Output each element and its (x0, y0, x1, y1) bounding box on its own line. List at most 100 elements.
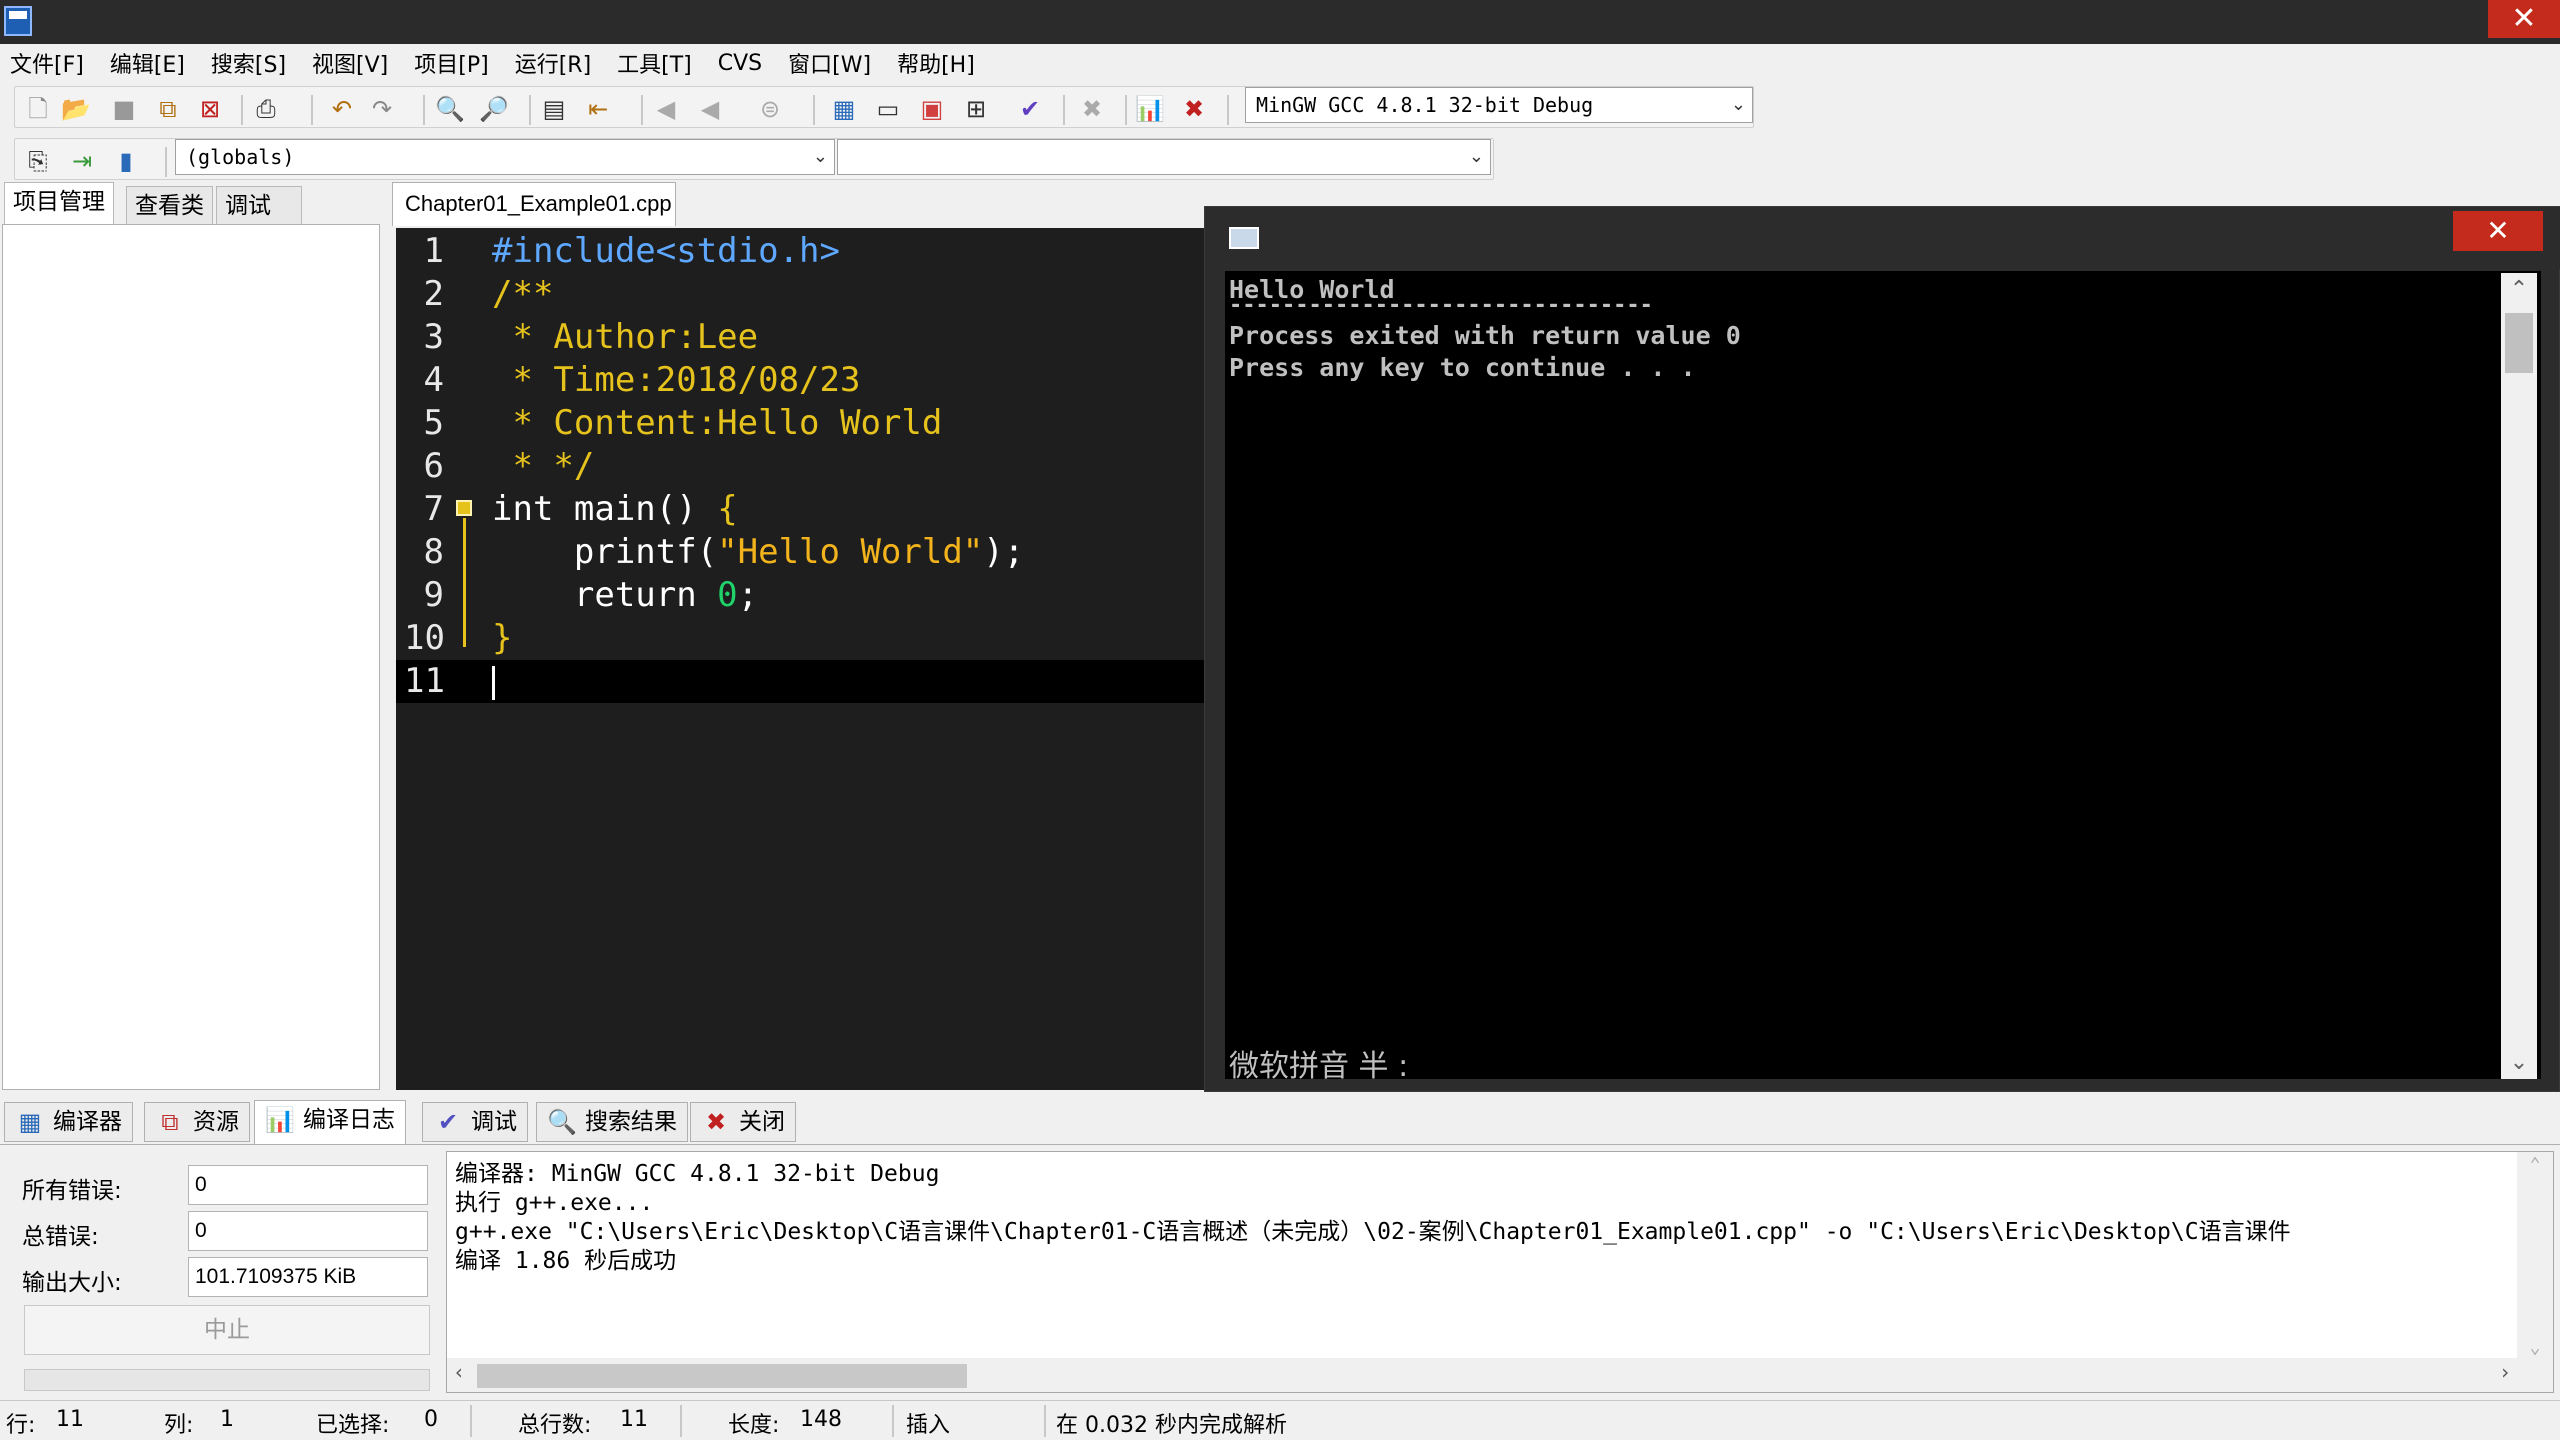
compiler-select[interactable]: MinGW GCC 4.8.1 32-bit Debug ⌄ (1245, 87, 1753, 123)
compile-log-output[interactable]: ⌃ ⌄ ‹ › 编译器: MinGW GCC 4.8.1 32-bit Debu… (446, 1151, 2554, 1393)
code-line[interactable]: 9 return 0; (396, 574, 1206, 617)
save-icon[interactable]: ■ (109, 95, 139, 123)
code-text: } (492, 617, 512, 660)
console-scrollbar[interactable]: ⌃ ⌄ (2501, 273, 2537, 1079)
log-horizontal-scrollbar[interactable]: ‹ › (447, 1358, 2517, 1392)
code-line[interactable]: 6 * */ (396, 445, 1206, 488)
new-project-icon[interactable]: ▦ (829, 95, 859, 123)
undo-icon[interactable]: ↶ (327, 95, 357, 123)
abort-button[interactable]: 中止 (24, 1305, 430, 1355)
code-line[interactable]: 8 printf("Hello World"); (396, 531, 1206, 574)
tab-compiler[interactable]: ▦ 编译器 (4, 1102, 133, 1142)
errors-field[interactable]: 0 (188, 1165, 428, 1205)
code-line[interactable]: 2 /** (396, 273, 1206, 316)
code-line[interactable]: 3 * Author:Lee (396, 316, 1206, 359)
stop-icon[interactable]: ✖ (1077, 95, 1107, 123)
total-errors-field[interactable]: 0 (188, 1211, 428, 1251)
code-token: * Author:Lee (492, 317, 759, 357)
menu-item[interactable]: 工具[T] (617, 47, 692, 79)
scroll-thumb[interactable] (477, 1364, 967, 1388)
fold-toggle-icon[interactable] (456, 500, 472, 516)
menu-item[interactable]: 运行[R] (515, 47, 591, 79)
tab-debug[interactable]: ✔ 调试 (422, 1102, 528, 1142)
find-icon[interactable]: 🔍 (435, 95, 465, 123)
title-bar: ✕ (0, 0, 2560, 44)
bookmark-icon[interactable]: ⊜ (755, 95, 785, 123)
menu-item[interactable]: 编辑[E] (110, 47, 185, 79)
redo-icon[interactable]: ↷ (367, 95, 397, 123)
tab-class-view[interactable]: 查看类 (126, 186, 213, 226)
code-editor[interactable]: 1 #include<stdio.h> 2/** 3 * Author:Lee 4 * … (396, 228, 1206, 1090)
compiler-select-value: MinGW GCC 4.8.1 32-bit Debug (1256, 93, 1594, 117)
delete-profile-icon[interactable]: ✖ (1179, 95, 1209, 123)
scroll-right-icon[interactable]: › (2499, 1360, 2511, 1384)
unindent-icon[interactable]: ⇤ (583, 95, 613, 123)
scroll-up-icon[interactable]: ⌃ (2501, 277, 2537, 302)
toolbar-group: 🗋 📂 ■ ⧉ ⊠ ⎙ ↶ ↷ 🔍 🔎 ▤ ⇤ ◀ ◀ ⊜ ▦ ▭ ▣ ⊞ ✔ … (14, 86, 1754, 128)
code-token: return (492, 575, 718, 615)
code-line[interactable]: 1 #include<stdio.h> (396, 230, 1206, 273)
code-line[interactable]: 5 * Content:Hello World (396, 402, 1206, 445)
code-line[interactable]: 11 (396, 660, 1206, 703)
toggle-icon[interactable]: ⇥ (67, 147, 97, 175)
goto-forward-icon[interactable]: ◀ (695, 95, 725, 123)
compile-progress-bar (24, 1369, 430, 1391)
tab-search-results[interactable]: 🔍 搜索结果 (536, 1102, 688, 1142)
code-token: 0 (717, 575, 738, 615)
log-vertical-scrollbar[interactable]: ⌃ ⌄ (2517, 1152, 2553, 1392)
window-close-button[interactable]: ✕ (2488, 0, 2560, 38)
tab-close[interactable]: ✖ 关闭 (690, 1102, 796, 1142)
total-errors-label: 总错误: (22, 1224, 99, 1250)
goto-back-icon[interactable]: ◀ (651, 95, 681, 123)
tab-compile-log[interactable]: 📊 编译日志 (254, 1100, 406, 1146)
check-syntax-icon[interactable]: ✔ (1015, 95, 1045, 123)
grid-icon[interactable]: ⊞ (961, 95, 991, 123)
fold-guide (463, 518, 466, 647)
menu-item[interactable]: 窗口[W] (788, 47, 871, 79)
scroll-down-icon[interactable]: ⌄ (2501, 1050, 2537, 1075)
symbol-select[interactable]: ⌄ (837, 139, 1491, 175)
output-size-field[interactable]: 101.7109375 KiB (188, 1257, 428, 1297)
menu-item[interactable]: 搜索[S] (211, 47, 286, 79)
tab-label: 编译器 (53, 1109, 122, 1135)
code-line[interactable]: 7 int main() { (396, 488, 1206, 531)
scroll-up-icon[interactable]: ⌃ (2517, 1154, 2553, 1175)
insert-icon[interactable]: ⎘ (23, 147, 53, 175)
menu-item[interactable]: 项目[P] (414, 47, 488, 79)
code-line[interactable]: 10} (396, 617, 1206, 660)
menu-item[interactable]: 帮助[H] (897, 47, 975, 79)
console-output[interactable]: 微软拼音 半 : Hello World --------------------… (1225, 271, 2541, 1084)
close-file-icon[interactable]: ⊠ (195, 95, 225, 123)
new-file-icon[interactable]: 🗋 (23, 95, 53, 123)
tab-project-manager[interactable]: 项目管理 (4, 182, 114, 226)
open-file-icon[interactable]: 📂 (61, 95, 91, 123)
indent-icon[interactable]: ▤ (539, 95, 569, 123)
tab-resources[interactable]: ⧉ 资源 (144, 1102, 250, 1142)
code-line[interactable]: 4 * Time:2018/08/23 (396, 359, 1206, 402)
editor-file-tab[interactable]: Chapter01_Example01.cpp (392, 182, 676, 226)
save-all-icon[interactable]: ⧉ (153, 95, 183, 123)
line-number: 10 (404, 618, 445, 658)
menu-item[interactable]: CVS (718, 51, 762, 76)
console-close-button[interactable]: ✕ (2453, 211, 2543, 251)
scroll-left-icon[interactable]: ‹ (453, 1360, 465, 1384)
code-text: * Author:Lee (492, 316, 758, 359)
scroll-down-icon[interactable]: ⌄ (2517, 1337, 2553, 1358)
menu-item[interactable]: 文件[F] (10, 47, 84, 79)
code-text: * Time:2018/08/23 (492, 359, 860, 402)
replace-icon[interactable]: 🔎 (479, 95, 509, 123)
close-icon: ✖ (705, 1108, 727, 1136)
code-token: } (492, 618, 513, 658)
window-icon[interactable]: ▭ (873, 95, 903, 123)
goto-icon[interactable]: ▮ (111, 147, 141, 175)
scope-select[interactable]: (globals) ⌄ (175, 139, 835, 175)
code-text: return 0; (492, 574, 758, 617)
project-tree-panel[interactable] (2, 224, 380, 1090)
chart-icon[interactable]: 📊 (1135, 95, 1165, 123)
scroll-thumb[interactable] (2505, 313, 2533, 373)
class-browser-icon[interactable]: ▣ (917, 95, 947, 123)
tab-debug[interactable]: 调试 (216, 186, 302, 226)
menu-item[interactable]: 视图[V] (312, 47, 388, 79)
separator (529, 95, 531, 125)
print-icon[interactable]: ⎙ (251, 95, 281, 123)
